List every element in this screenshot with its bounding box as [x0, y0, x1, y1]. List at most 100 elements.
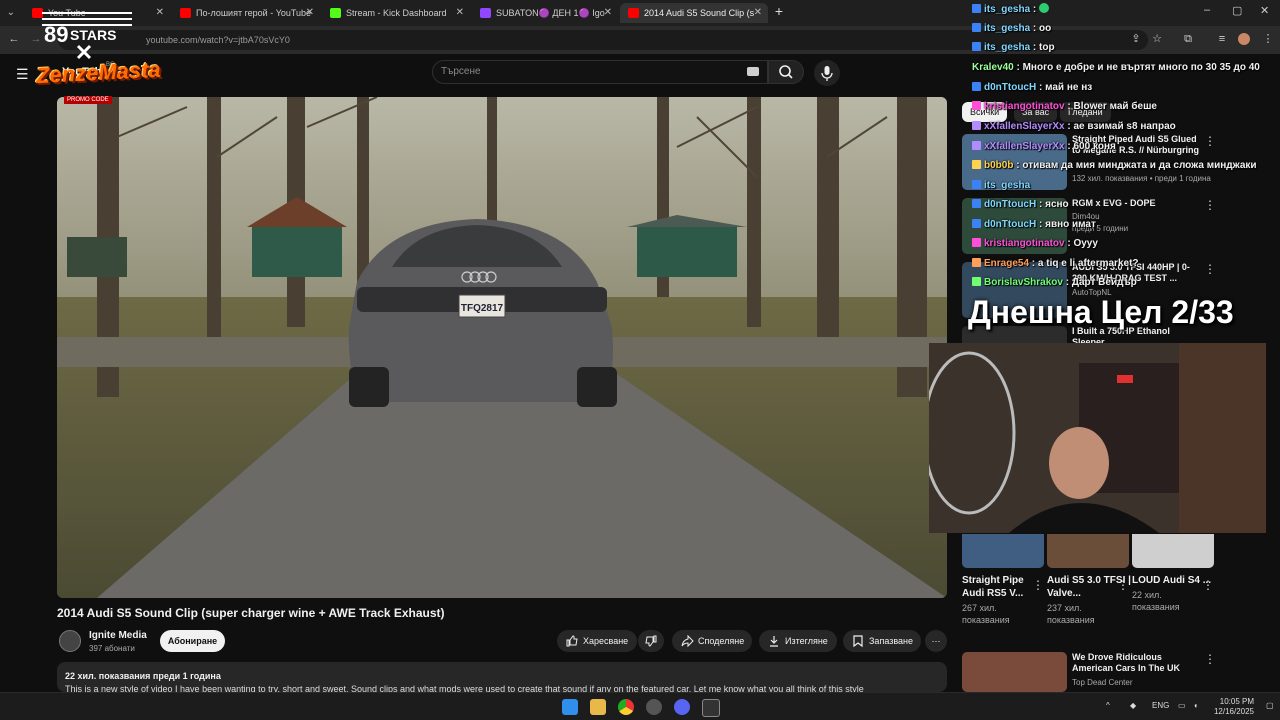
chat-message: xXfallenSlayerXx : ае взимай s8 напрао	[972, 120, 1176, 134]
notifications-icon[interactable]: ▢	[1266, 701, 1274, 710]
video-player[interactable]: TFQ2817	[57, 97, 947, 598]
close-icon[interactable]: ✕	[306, 3, 314, 23]
tab-5-active[interactable]: 2014 Audi S5 Sound Clip (s ✕	[620, 3, 768, 23]
chrome-icon[interactable]	[618, 699, 634, 715]
download-icon	[770, 636, 778, 647]
more-vertical-icon[interactable]: ⋮	[1202, 578, 1214, 592]
discord-icon[interactable]	[674, 699, 690, 715]
url-text: youtube.com/watch?v=jtbA70sVcY0	[146, 35, 290, 45]
download-button[interactable]: Изтегляне	[759, 630, 837, 652]
more-vertical-icon[interactable]: ⋮	[1204, 652, 1216, 666]
back-icon[interactable]: ←	[8, 33, 20, 45]
tab-label: По-лошият герой - YouTube	[196, 8, 312, 18]
like-button[interactable]: Харесване	[557, 630, 637, 652]
extensions-icon[interactable]: ⧉	[1182, 33, 1194, 45]
video-title: 2014 Audi S5 Sound Clip (super charger w…	[57, 606, 445, 620]
chat-message: d0nTtoucH : явно имат	[972, 218, 1096, 232]
download-label: Изтегляне	[785, 636, 828, 646]
description-meta: 22 хил. показвания преди 1 година	[65, 671, 221, 681]
recommendation-item[interactable]: We Drove Ridiculous American Cars In The…	[962, 652, 1262, 692]
more-vertical-icon[interactable]: ⋮	[1204, 262, 1216, 276]
search-input[interactable]: Търсене	[432, 60, 768, 84]
description-box[interactable]: 22 хил. показвания преди 1 година This i…	[57, 662, 947, 692]
search-placeholder: Търсене	[441, 66, 481, 77]
more-vertical-icon[interactable]: ⋮	[1117, 578, 1129, 592]
keyboard-icon[interactable]	[747, 67, 759, 76]
language-indicator[interactable]: ENG	[1152, 701, 1169, 710]
logo-89-text: 89	[44, 22, 68, 47]
license-plate: TFQ2817	[461, 303, 504, 314]
tab-list-button[interactable]: ⌄	[4, 3, 18, 23]
minimize-icon[interactable]: –	[1204, 4, 1210, 16]
more-actions-button[interactable]: ⋯	[925, 630, 947, 652]
install-icon[interactable]: ⇪	[1130, 33, 1142, 45]
network-icon[interactable]: ▭	[1178, 701, 1186, 710]
terminal-icon[interactable]	[702, 699, 720, 717]
channel-name[interactable]: Ignite Media	[89, 630, 147, 641]
shorts-card[interactable]: Audi S5 3.0 TFSI | Valve... 237 хил. пока…	[1047, 534, 1131, 626]
shorts-card[interactable]: LOUD Audi S4 ... 22 хил. показвания ⋮	[1132, 534, 1216, 613]
video-thumbnail	[962, 652, 1067, 692]
search-button[interactable]	[768, 60, 804, 84]
menu-kebab-icon[interactable]: ⋮	[1262, 33, 1274, 45]
video-thumbnail	[1047, 534, 1129, 568]
chat-message: xXfallenSlayerXx : 600 коня	[972, 140, 1116, 154]
obs-icon[interactable]	[646, 699, 662, 715]
subscriber-count: 397 абонати	[89, 644, 135, 653]
close-icon[interactable]: ✕	[754, 3, 762, 23]
tab-3[interactable]: Stream - Kick Dashboard ✕	[322, 3, 470, 23]
hamburger-menu-icon[interactable]: ☰	[16, 66, 29, 83]
share-button[interactable]: Споделяне	[672, 630, 752, 652]
windows-start-icon[interactable]	[562, 699, 578, 715]
tab-2[interactable]: По-лошият герой - YouTube ✕	[172, 3, 320, 23]
webcam-overlay	[929, 343, 1266, 533]
chat-message: Enrage54 : a tiq e li aftermarket?	[972, 257, 1139, 271]
dislike-button[interactable]	[638, 630, 664, 652]
more-vertical-icon[interactable]: ⋮	[1204, 134, 1216, 148]
voice-search-button[interactable]	[814, 60, 840, 86]
chevron-down-icon: ⌄	[6, 7, 15, 18]
maximize-icon[interactable]: ▢	[1232, 4, 1242, 17]
browser-toolbar: ← → youtube.com/watch?v=jtbA70sVcY0 ⇪ ☆ …	[0, 26, 1280, 54]
chat-message: its_gesha	[972, 179, 1030, 193]
browser-tab-strip: ⌄ You Tube ✕ По-лошият герой - YouTube ✕…	[0, 0, 1280, 26]
file-explorer-icon[interactable]	[590, 699, 606, 715]
bookmark-icon	[853, 635, 863, 648]
tab-label: Stream - Kick Dashboard	[346, 8, 447, 18]
chat-message: its_gesha :	[972, 3, 1050, 17]
volume-icon[interactable]: ◐	[1194, 701, 1199, 710]
subscribe-button[interactable]: Абониране	[160, 630, 225, 652]
app-tray-icon[interactable]: ◆	[1130, 701, 1136, 710]
tab-label: SUBATON🟣 ДЕН 1🟣 Igo	[496, 8, 605, 18]
forward-icon[interactable]: →	[30, 33, 42, 45]
channel-avatar[interactable]	[59, 630, 81, 652]
twitch-favicon-icon	[480, 8, 491, 18]
save-button[interactable]: Запазване	[843, 630, 921, 652]
close-icon[interactable]: ✕	[604, 3, 612, 23]
thumbs-up-icon	[566, 635, 578, 647]
chat-message: BorislavShrakov : Дарт Вейдър	[972, 276, 1137, 290]
bookmark-star-icon[interactable]: ☆	[1151, 33, 1163, 45]
promo-code-badge: PROMO CODE	[64, 96, 112, 104]
tray-overflow-icon[interactable]: ^	[1106, 701, 1110, 710]
more-vertical-icon[interactable]: ⋮	[1204, 198, 1216, 212]
close-icon[interactable]: ✕	[456, 3, 464, 23]
video-frame: TFQ2817	[57, 97, 947, 598]
card-views: 237 хил. показвания	[1047, 603, 1095, 625]
close-icon[interactable]: ✕	[156, 3, 164, 23]
close-window-icon[interactable]: ✕	[1260, 4, 1269, 17]
daily-goal-overlay: Днешна Цел 2/33	[968, 294, 1234, 330]
profile-avatar-icon[interactable]	[1238, 33, 1250, 45]
clock[interactable]: 10:05 PM 12/16/2025	[1208, 697, 1254, 717]
chat-message: Kralev40 : Много е добре и не въртят мно…	[972, 62, 1260, 73]
logo-stars-text: STARS	[70, 27, 116, 43]
rec-meta: 132 хил. показвания • преди 1 година	[1072, 174, 1211, 183]
chat-message: kristiangotinatov : Oyyy	[972, 237, 1098, 251]
new-tab-icon[interactable]: +	[772, 4, 786, 18]
shorts-card[interactable]: Straight Pipe Audi RS5 V... 267 хил. пока…	[962, 534, 1046, 626]
tab-4[interactable]: SUBATON🟣 ДЕН 1🟣 Igo ✕	[472, 3, 618, 23]
chat-message: d0nTtoucH : май не нз	[972, 81, 1092, 95]
more-vertical-icon[interactable]: ⋮	[1032, 578, 1044, 592]
media-control-icon[interactable]: ≡	[1216, 33, 1228, 45]
rec-title: We Drove Ridiculous American Cars In The…	[1072, 652, 1181, 673]
